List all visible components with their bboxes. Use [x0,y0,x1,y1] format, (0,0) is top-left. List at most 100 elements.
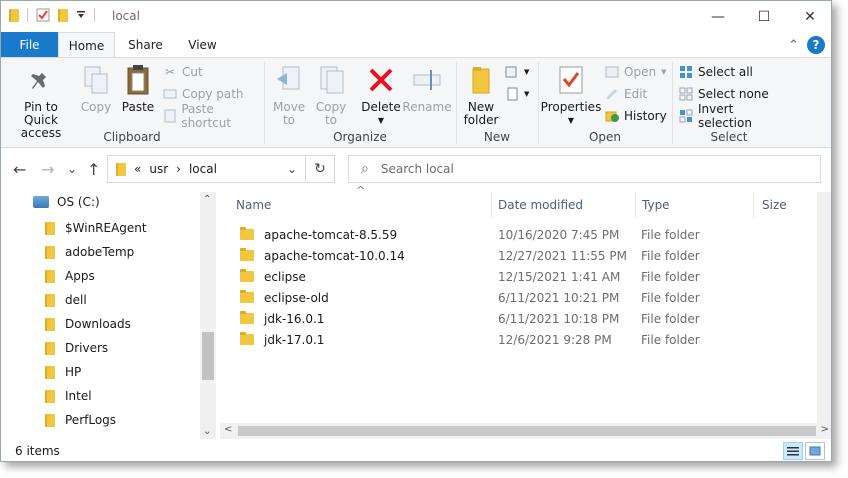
large-icons-view-button[interactable] [805,442,825,460]
nav-item[interactable]: Downloads [45,313,131,335]
column-header-name[interactable]: Name [220,192,492,218]
table-row[interactable]: jdk-16.0.1 6/11/2021 10:18 PM File folde… [220,308,831,329]
column-header-type[interactable]: Type [636,192,754,218]
view-switcher [783,442,825,460]
nav-item-label: PerfLogs [65,413,117,427]
easy-access-button[interactable]: ▼ [505,84,529,104]
nav-item-label: $WinREAgent [65,221,147,235]
search-input[interactable]: ⌕ Search local [348,155,821,183]
tab-file[interactable]: File [1,32,58,58]
nav-scrollbar[interactable]: ⌃ ⌄ [200,192,216,439]
help-icon[interactable]: ? [807,36,825,54]
paste-shortcut-button[interactable]: Paste shortcut [163,102,263,130]
folder-icon [240,227,254,240]
breadcrumb-local[interactable]: local [189,162,217,176]
nav-item[interactable]: dell [45,289,87,311]
delete-dropdown-icon[interactable]: ▼ [378,114,384,127]
table-row[interactable]: eclipse 12/15/2021 1:41 AM File folder [220,266,831,287]
breadcrumb-separator[interactable]: › [176,162,181,176]
address-row: ← → ⌄ ↑ « usr › local ⌄ ↻ ⌕ Search local [1,148,831,192]
breadcrumb-usr[interactable]: usr [149,162,168,176]
scroll-left-icon[interactable]: < [224,424,232,435]
maximize-button[interactable]: ☐ [741,1,787,32]
collapse-ribbon-icon[interactable]: ⌃ [788,38,799,53]
delete-button[interactable]: Delete ▼ [361,62,401,127]
tab-share[interactable]: Share [117,32,174,58]
new-folder-icon[interactable] [58,8,68,22]
copy-button[interactable]: Copy [79,62,113,114]
recent-locations-button[interactable]: ⌄ [67,162,77,176]
select-all-label: Select all [698,65,753,79]
back-button[interactable]: ← [13,160,26,179]
up-button[interactable]: ↑ [87,160,100,179]
edit-label: Edit [624,87,648,101]
select-all-button[interactable]: Select all [679,62,753,82]
new-folder-label: New folder [463,100,499,127]
copy-path-label: Copy path [182,87,244,101]
new-item-button[interactable]: ▼ [505,62,529,82]
large-icons-view-icon [809,446,821,456]
edit-button[interactable]: Edit [605,84,647,104]
copy-to-button[interactable]: Copy to [313,62,349,127]
nav-item[interactable]: PerfLogs [45,409,116,431]
history-button[interactable]: History [605,106,667,126]
file-name-cell: jdk-17.0.1 [240,332,324,347]
horizontal-scroll-thumb[interactable] [238,426,816,436]
overflow-chevron[interactable]: « [134,162,141,176]
nav-item[interactable]: Drivers [45,337,108,359]
nav-item[interactable]: adobeTemp [45,241,134,263]
file-name: eclipse-old [264,290,329,305]
open-label: Open [624,65,657,79]
column-header-date[interactable]: Date modified [492,192,636,218]
pin-quick-access-button[interactable]: Pin to Quick access [5,62,77,140]
quick-access-toolbar [9,8,95,22]
nav-item[interactable]: Apps [45,265,95,287]
file-horizontal-scrollbar[interactable]: < > [220,423,831,439]
select-none-label: Select none [698,87,769,101]
scroll-up-icon[interactable]: ⌃ [203,194,211,205]
ribbon-home: Pin to Quick access Copy Paste ✂ Cut Cop… [1,57,831,148]
navigation-pane: OS (C:) $WinREAgent adobeTemp Apps dell … [1,192,216,439]
nav-item[interactable]: $WinREAgent [45,217,147,239]
refresh-button[interactable]: ↻ [306,155,335,183]
scroll-right-icon[interactable]: > [821,424,829,435]
tab-view[interactable]: View [174,32,231,58]
table-row[interactable]: eclipse-old 6/11/2021 10:21 PM File fold… [220,287,831,308]
scroll-down-icon[interactable]: ⌄ [203,426,211,437]
table-row[interactable]: apache-tomcat-10.0.14 12/27/2021 11:55 P… [220,245,831,266]
title-bar: local — ☐ ✕ [1,1,831,32]
close-button[interactable]: ✕ [787,1,831,32]
cut-button[interactable]: ✂ Cut [163,62,203,82]
invert-selection-button[interactable]: Invert selection [679,102,785,130]
customize-dropdown-icon[interactable] [76,10,86,20]
minimize-button[interactable]: — [695,1,741,32]
rename-button[interactable]: Rename [402,62,452,114]
invert-selection-label: Invert selection [698,102,752,130]
nav-item[interactable]: Intel [45,385,92,407]
copy-path-button[interactable]: Copy path [163,84,244,104]
address-dropdown-icon[interactable]: ⌄ [287,162,297,176]
select-none-icon [679,87,693,101]
move-to-button[interactable]: Move to [271,62,307,127]
tab-home[interactable]: Home [58,32,115,58]
nav-item[interactable]: HP [45,361,81,383]
details-view-button[interactable] [783,442,803,460]
nav-item-label: Drivers [65,341,109,355]
column-header-size[interactable]: Size [754,192,817,218]
nav-scroll-thumb[interactable] [202,332,214,380]
properties-dropdown-icon[interactable]: ▼ [568,114,574,127]
file-vertical-scrollbar[interactable] [817,192,831,423]
properties-button[interactable]: Properties ▼ [541,62,601,127]
nav-item-os-drive[interactable]: OS (C:) [33,195,100,209]
properties-icon[interactable] [36,8,50,22]
paste-button[interactable]: Paste [119,62,157,114]
table-row[interactable]: jdk-17.0.1 12/6/2021 9:28 PM File folder [220,329,831,350]
address-bar[interactable]: « usr › local ⌄ [107,155,306,183]
forward-button[interactable]: → [41,160,54,179]
open-button[interactable]: Open ▼ [605,62,666,82]
rename-label: Rename [402,100,452,114]
select-none-button[interactable]: Select none [679,84,769,104]
table-row[interactable]: apache-tomcat-8.5.59 10/16/2020 7:45 PM … [220,224,831,245]
new-folder-button[interactable]: New folder [461,62,501,127]
new-group-label: New [483,130,511,144]
